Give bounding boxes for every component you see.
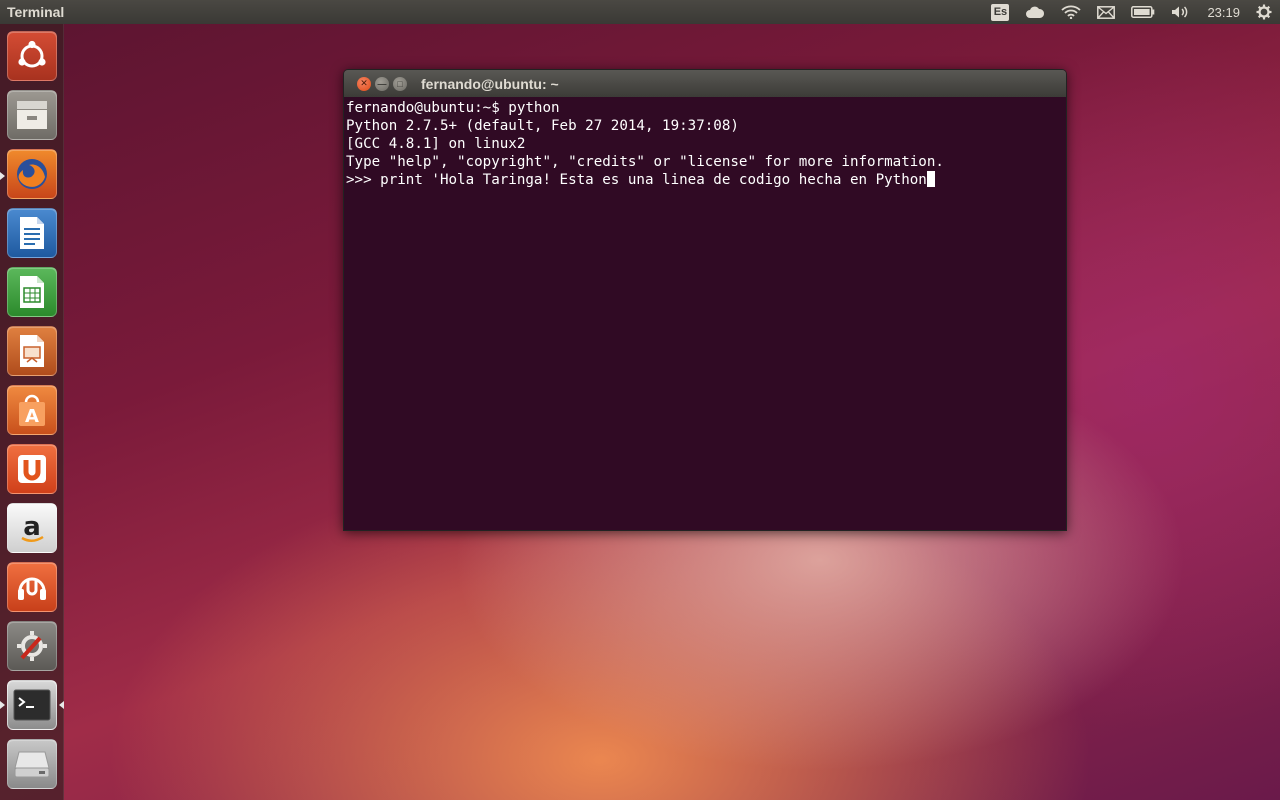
amazon-icon: a <box>21 512 44 542</box>
mail-icon <box>1097 5 1116 19</box>
volume-icon <box>1172 6 1188 18</box>
minimize-button[interactable]: — <box>375 76 389 91</box>
messaging-indicator[interactable] <box>1089 0 1123 24</box>
terminal-window[interactable]: ✕ — □ fernando@ubuntu: ~ fernando@ubuntu… <box>343 69 1067 531</box>
launcher-item-libreoffice-impress[interactable] <box>7 326 57 376</box>
launcher-item-ubuntu-one[interactable] <box>7 444 57 494</box>
session-indicator[interactable] <box>1248 0 1280 24</box>
drive-icon <box>14 751 50 778</box>
firefox-icon <box>17 159 47 189</box>
svg-text:A: A <box>25 406 39 427</box>
ubuntu-logo-icon <box>18 40 46 68</box>
keyboard-layout-icon: Es <box>991 3 1010 21</box>
wrench-gear-icon <box>17 631 47 661</box>
sound-indicator[interactable] <box>1163 0 1199 24</box>
cloud-indicator[interactable] <box>1017 0 1053 24</box>
launcher-item-libreoffice-writer[interactable] <box>7 208 57 258</box>
file-cabinet-icon <box>17 101 47 129</box>
battery-icon <box>1131 6 1155 18</box>
ubuntu-one-icon <box>18 455 46 483</box>
keyboard-layout-indicator[interactable]: Es <box>983 0 1017 24</box>
window-titlebar[interactable]: ✕ — □ fernando@ubuntu: ~ <box>344 70 1066 97</box>
terminal-line: fernando@ubuntu:~$ python <box>346 100 560 116</box>
window-title: fernando@ubuntu: ~ <box>421 75 559 92</box>
indicator-area: Es 23:19 <box>983 0 1280 24</box>
text-cursor <box>926 171 935 187</box>
impress-presentation-icon <box>20 335 44 367</box>
battery-indicator[interactable] <box>1123 0 1163 24</box>
minimize-icon: — <box>377 78 387 89</box>
svg-text:a: a <box>23 512 41 542</box>
terminal-line: [GCC 4.8.1] on linux2 <box>346 136 526 152</box>
top-panel: Terminal Es 23:19 <box>0 0 1280 24</box>
wifi-icon <box>1061 5 1082 19</box>
maximize-icon: □ <box>397 78 403 89</box>
terminal-line: Python 2.7.5+ (default, Feb 27 2014, 19:… <box>346 118 739 134</box>
launcher-item-terminal[interactable] <box>7 680 57 730</box>
active-app-title: Terminal <box>7 4 65 20</box>
headphones-icon <box>18 577 46 600</box>
launcher-item-system-settings[interactable] <box>7 621 57 671</box>
active-indicator <box>59 701 64 709</box>
shopping-bag-icon: A <box>19 394 45 427</box>
maximize-button[interactable]: □ <box>393 76 407 91</box>
calc-spreadsheet-icon <box>20 276 44 308</box>
launcher-item-files[interactable] <box>7 90 57 140</box>
writer-document-icon <box>20 217 44 249</box>
close-icon: ✕ <box>360 78 368 88</box>
terminal-command: >>> print 'Hola Taringa! Esta es una lin… <box>346 172 927 188</box>
gear-icon <box>1256 4 1272 20</box>
launcher-item-removable-drive[interactable] <box>7 739 57 789</box>
launcher: A a <box>0 24 64 800</box>
terminal-output[interactable]: fernando@ubuntu:~$ python Python 2.7.5+ (… <box>344 97 1066 530</box>
launcher-item-libreoffice-calc[interactable] <box>7 267 57 317</box>
running-indicator <box>0 172 5 180</box>
terminal-line: Type "help", "copyright", "credits" or "… <box>346 154 944 170</box>
terminal-icon <box>13 689 51 721</box>
launcher-item-ubuntu-one-music[interactable] <box>7 562 57 612</box>
clock[interactable]: 23:19 <box>1199 0 1248 24</box>
running-indicator <box>0 701 5 709</box>
launcher-item-firefox[interactable] <box>7 149 57 199</box>
cloud-icon <box>1026 6 1045 18</box>
terminal-input-line[interactable]: >>> print 'Hola Taringa! Esta es una lin… <box>346 171 1064 189</box>
close-button[interactable]: ✕ <box>357 76 371 91</box>
launcher-item-software-center[interactable]: A <box>7 385 57 435</box>
launcher-item-amazon[interactable]: a <box>7 503 57 553</box>
network-indicator[interactable] <box>1053 0 1089 24</box>
launcher-item-ubuntu-dash[interactable] <box>7 31 57 81</box>
